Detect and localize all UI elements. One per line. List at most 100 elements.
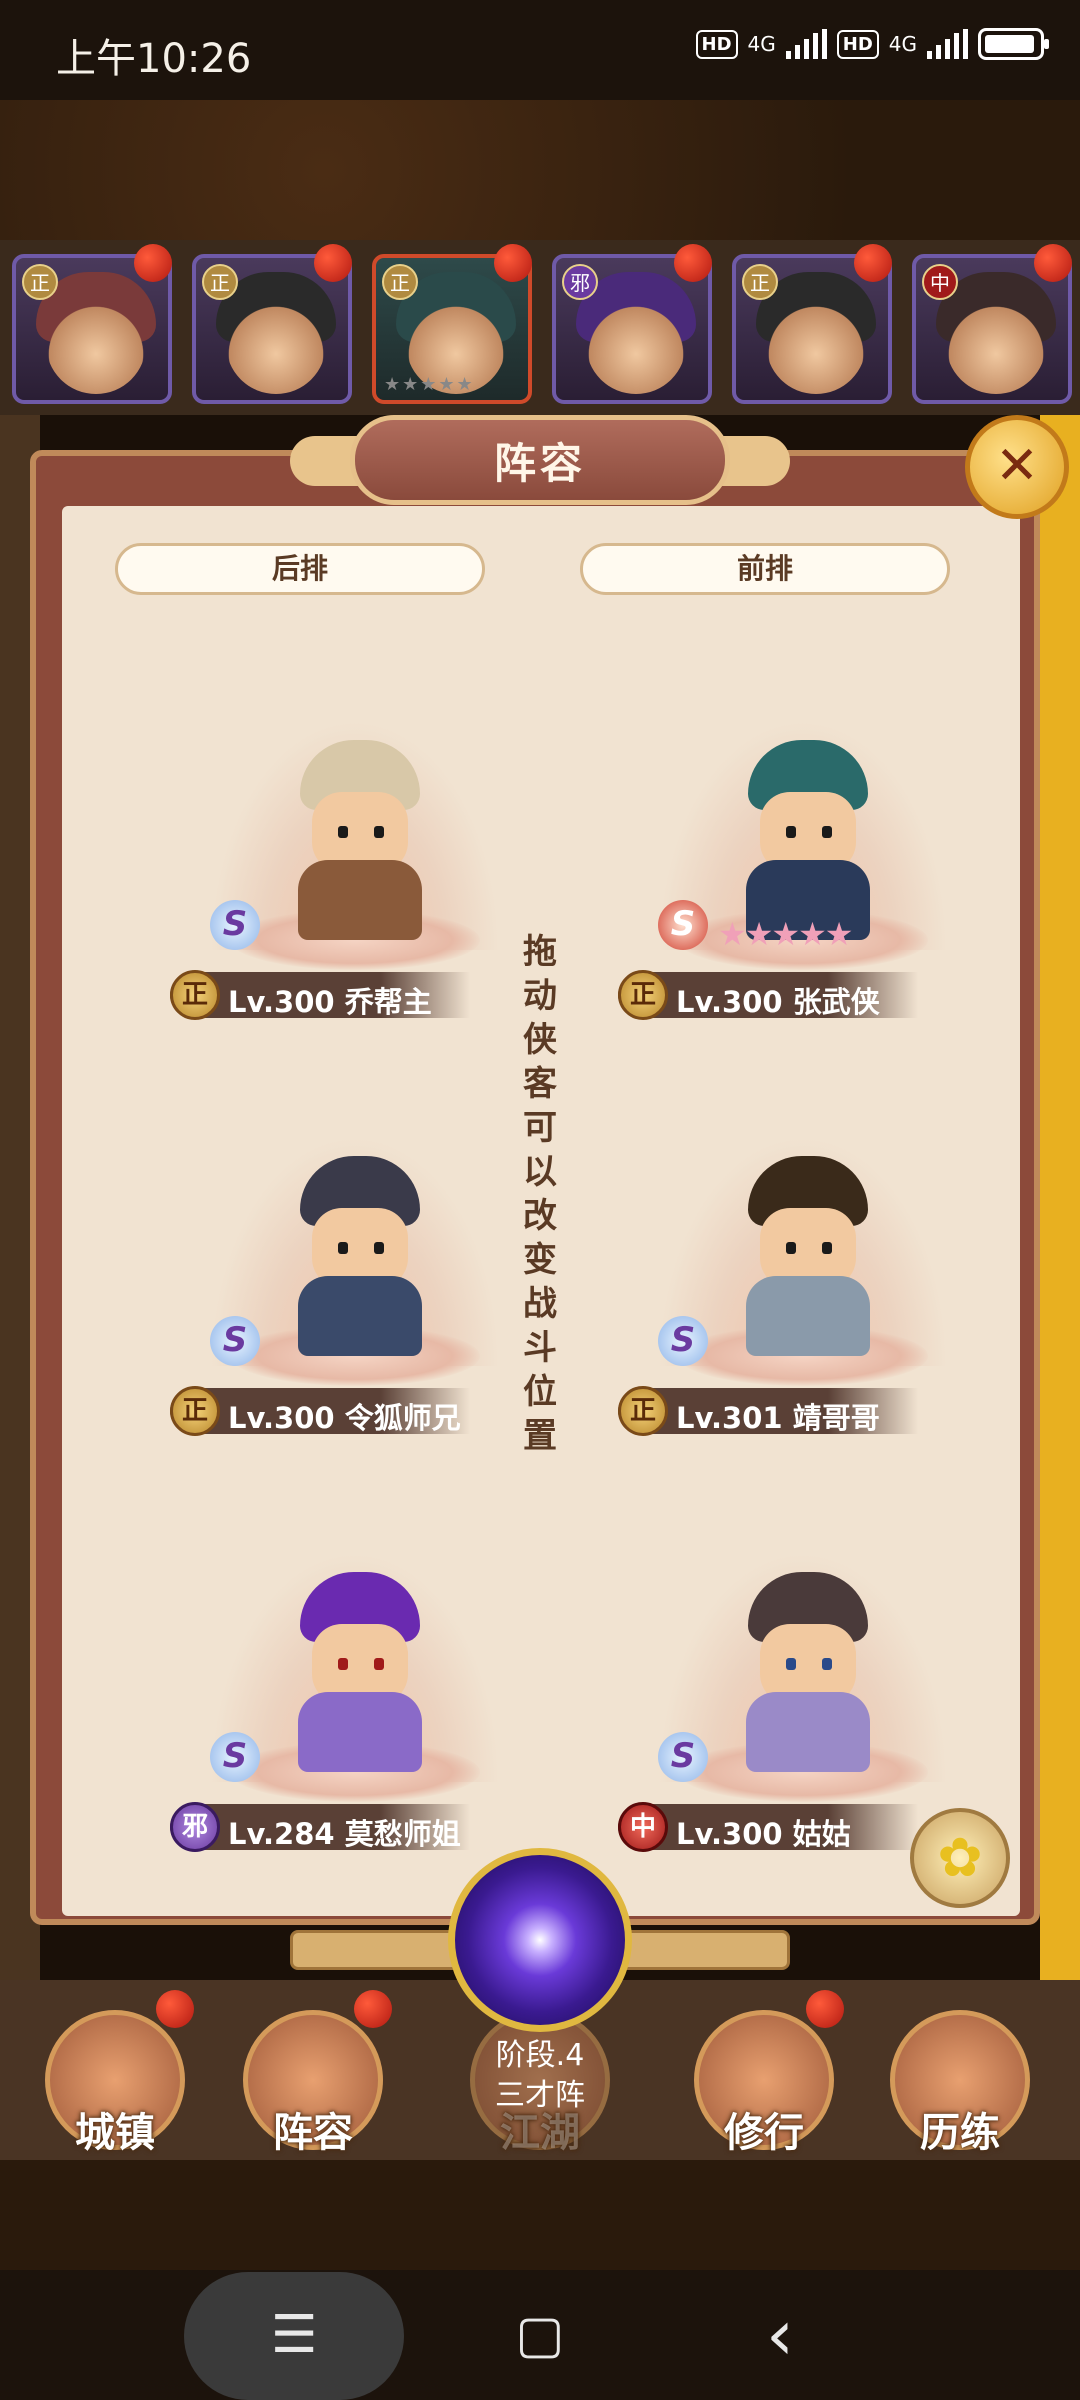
unit-sprite bbox=[290, 1572, 430, 1772]
sprite-eye bbox=[374, 1658, 384, 1670]
unit-level: Lv.284 bbox=[228, 1817, 335, 1851]
faction-icon: 正 bbox=[22, 264, 58, 300]
grade-badge: S bbox=[210, 1316, 260, 1366]
hd-badge: HD bbox=[695, 29, 738, 59]
faction-icon: 中 bbox=[922, 264, 958, 300]
faction-badge: 正 bbox=[170, 970, 220, 1020]
grade-badge: S bbox=[210, 1732, 260, 1782]
status-time: 上午10:26 bbox=[56, 36, 252, 82]
hero-face bbox=[766, 294, 866, 394]
unit-name: 乔帮主 bbox=[344, 985, 432, 1019]
unit-name: 莫愁师姐 bbox=[344, 1817, 461, 1851]
unit-name: 姑姑 bbox=[792, 1817, 851, 1851]
game-background-top bbox=[0, 100, 1080, 240]
unit-name-line: Lv.300 乔帮主 bbox=[228, 979, 432, 1021]
grade-badge: S bbox=[658, 900, 708, 950]
grade-badge: S bbox=[210, 900, 260, 950]
signal-icon-2 bbox=[927, 29, 968, 59]
unit-name: 张武侠 bbox=[792, 985, 880, 1019]
hero-face bbox=[586, 294, 686, 394]
unit-card[interactable]: S ★★★★★ 正 Lv.300 张武侠 bbox=[618, 700, 978, 1030]
battery-icon bbox=[978, 28, 1049, 60]
sprite-body bbox=[298, 1276, 422, 1356]
sprite-eye bbox=[822, 1242, 832, 1254]
notification-dot bbox=[494, 244, 532, 282]
sprite-eye bbox=[822, 826, 832, 838]
notification-dot bbox=[674, 244, 712, 282]
unit-sprite bbox=[738, 1572, 878, 1772]
nav-town-label: 城镇 bbox=[75, 2110, 155, 2156]
notification-dot bbox=[854, 244, 892, 282]
star-rating: ★★★★★ bbox=[718, 915, 853, 953]
notification-dot bbox=[134, 244, 172, 282]
unit-card[interactable]: S 中 Lv.300 姑姑 bbox=[618, 1532, 978, 1862]
notification-dot bbox=[156, 1990, 194, 2028]
unit-name-line: Lv.300 令狐师兄 bbox=[228, 1395, 461, 1437]
hero-face bbox=[946, 294, 1046, 394]
nav-lineup-label: 阵容 bbox=[273, 2110, 353, 2156]
close-button[interactable]: ✕ bbox=[965, 415, 1069, 519]
unit-name: 令狐师兄 bbox=[344, 1401, 461, 1435]
network-type: 4G bbox=[747, 32, 776, 56]
front-row-label: 前排 bbox=[580, 543, 950, 595]
hd-badge-2: HD bbox=[836, 29, 879, 59]
hero-face bbox=[46, 294, 146, 394]
drag-hint-char: 客 bbox=[523, 1064, 557, 1104]
grade-badge: S bbox=[658, 1732, 708, 1782]
faction-badge: 正 bbox=[618, 970, 668, 1020]
close-icon: ✕ bbox=[995, 436, 1039, 496]
sprite-body bbox=[298, 860, 422, 940]
unit-level: Lv.300 bbox=[228, 1401, 335, 1435]
battery-level bbox=[985, 35, 1034, 53]
unit-sprite bbox=[290, 740, 430, 940]
hero-strip: 正 正 正 ★★★★★ 邪 正 中 bbox=[0, 240, 1080, 415]
network-type-2: 4G bbox=[888, 32, 917, 56]
sprite-eye bbox=[338, 1242, 348, 1254]
menu-icon[interactable]: ☰ bbox=[184, 2270, 404, 2400]
faction-icon: 邪 bbox=[562, 264, 598, 300]
status-indicators: HD 4G HD 4G bbox=[695, 28, 1049, 60]
faction-badge: 正 bbox=[170, 1386, 220, 1436]
sprite-eye bbox=[786, 1658, 796, 1670]
unit-card[interactable]: S 正 Lv.300 乔帮主 bbox=[170, 700, 530, 1030]
notification-dot bbox=[806, 1990, 844, 2028]
sprite-eye bbox=[786, 826, 796, 838]
unit-card[interactable]: S 正 Lv.301 靖哥哥 bbox=[618, 1116, 978, 1446]
notification-dot bbox=[314, 244, 352, 282]
unit-name-line: Lv.300 姑姑 bbox=[676, 1811, 851, 1853]
hero-face bbox=[226, 294, 326, 394]
formation-stage: 阶段.4 bbox=[495, 2038, 585, 2073]
unit-card[interactable]: S 正 Lv.300 令狐师兄 bbox=[170, 1116, 530, 1446]
unit-level: Lv.300 bbox=[676, 985, 783, 1019]
notification-dot bbox=[354, 1990, 392, 2028]
unit-card[interactable]: S 邪 Lv.284 莫愁师姐 bbox=[170, 1532, 530, 1862]
unit-name-line: Lv.284 莫愁师姐 bbox=[228, 1811, 461, 1853]
faction-badge: 正 bbox=[618, 1386, 668, 1436]
unit-sprite bbox=[290, 1156, 430, 1356]
flower-icon: ✿ bbox=[937, 1826, 983, 1889]
formation-name: 三才阵 bbox=[495, 2078, 585, 2113]
unit-sprite bbox=[738, 740, 878, 940]
unit-name-line: Lv.301 靖哥哥 bbox=[676, 1395, 880, 1437]
flower-button[interactable]: ✿ bbox=[910, 1808, 1010, 1908]
game-background-right bbox=[1040, 415, 1080, 2015]
sprite-eye bbox=[374, 826, 384, 838]
notification-dot bbox=[1034, 244, 1072, 282]
faction-icon: 正 bbox=[202, 264, 238, 300]
formation-orb[interactable] bbox=[448, 1848, 632, 2032]
sprite-eye bbox=[338, 1658, 348, 1670]
unit-name: 靖哥哥 bbox=[792, 1401, 880, 1435]
faction-icon: 正 bbox=[742, 264, 778, 300]
unit-level: Lv.301 bbox=[676, 1401, 783, 1435]
back-icon[interactable]: ‹ bbox=[730, 2270, 830, 2400]
sprite-eye bbox=[374, 1242, 384, 1254]
unit-level: Lv.300 bbox=[676, 1817, 783, 1851]
unit-name-line: Lv.300 张武侠 bbox=[676, 979, 880, 1021]
faction-badge: 邪 bbox=[170, 1802, 220, 1852]
star-rating: ★★★★★ bbox=[384, 374, 475, 395]
sprite-eye bbox=[338, 826, 348, 838]
sprite-eye bbox=[786, 1242, 796, 1254]
game-background-bottom bbox=[0, 2160, 1080, 2270]
home-icon[interactable]: ▢ bbox=[490, 2270, 590, 2400]
unit-sprite bbox=[738, 1156, 878, 1356]
